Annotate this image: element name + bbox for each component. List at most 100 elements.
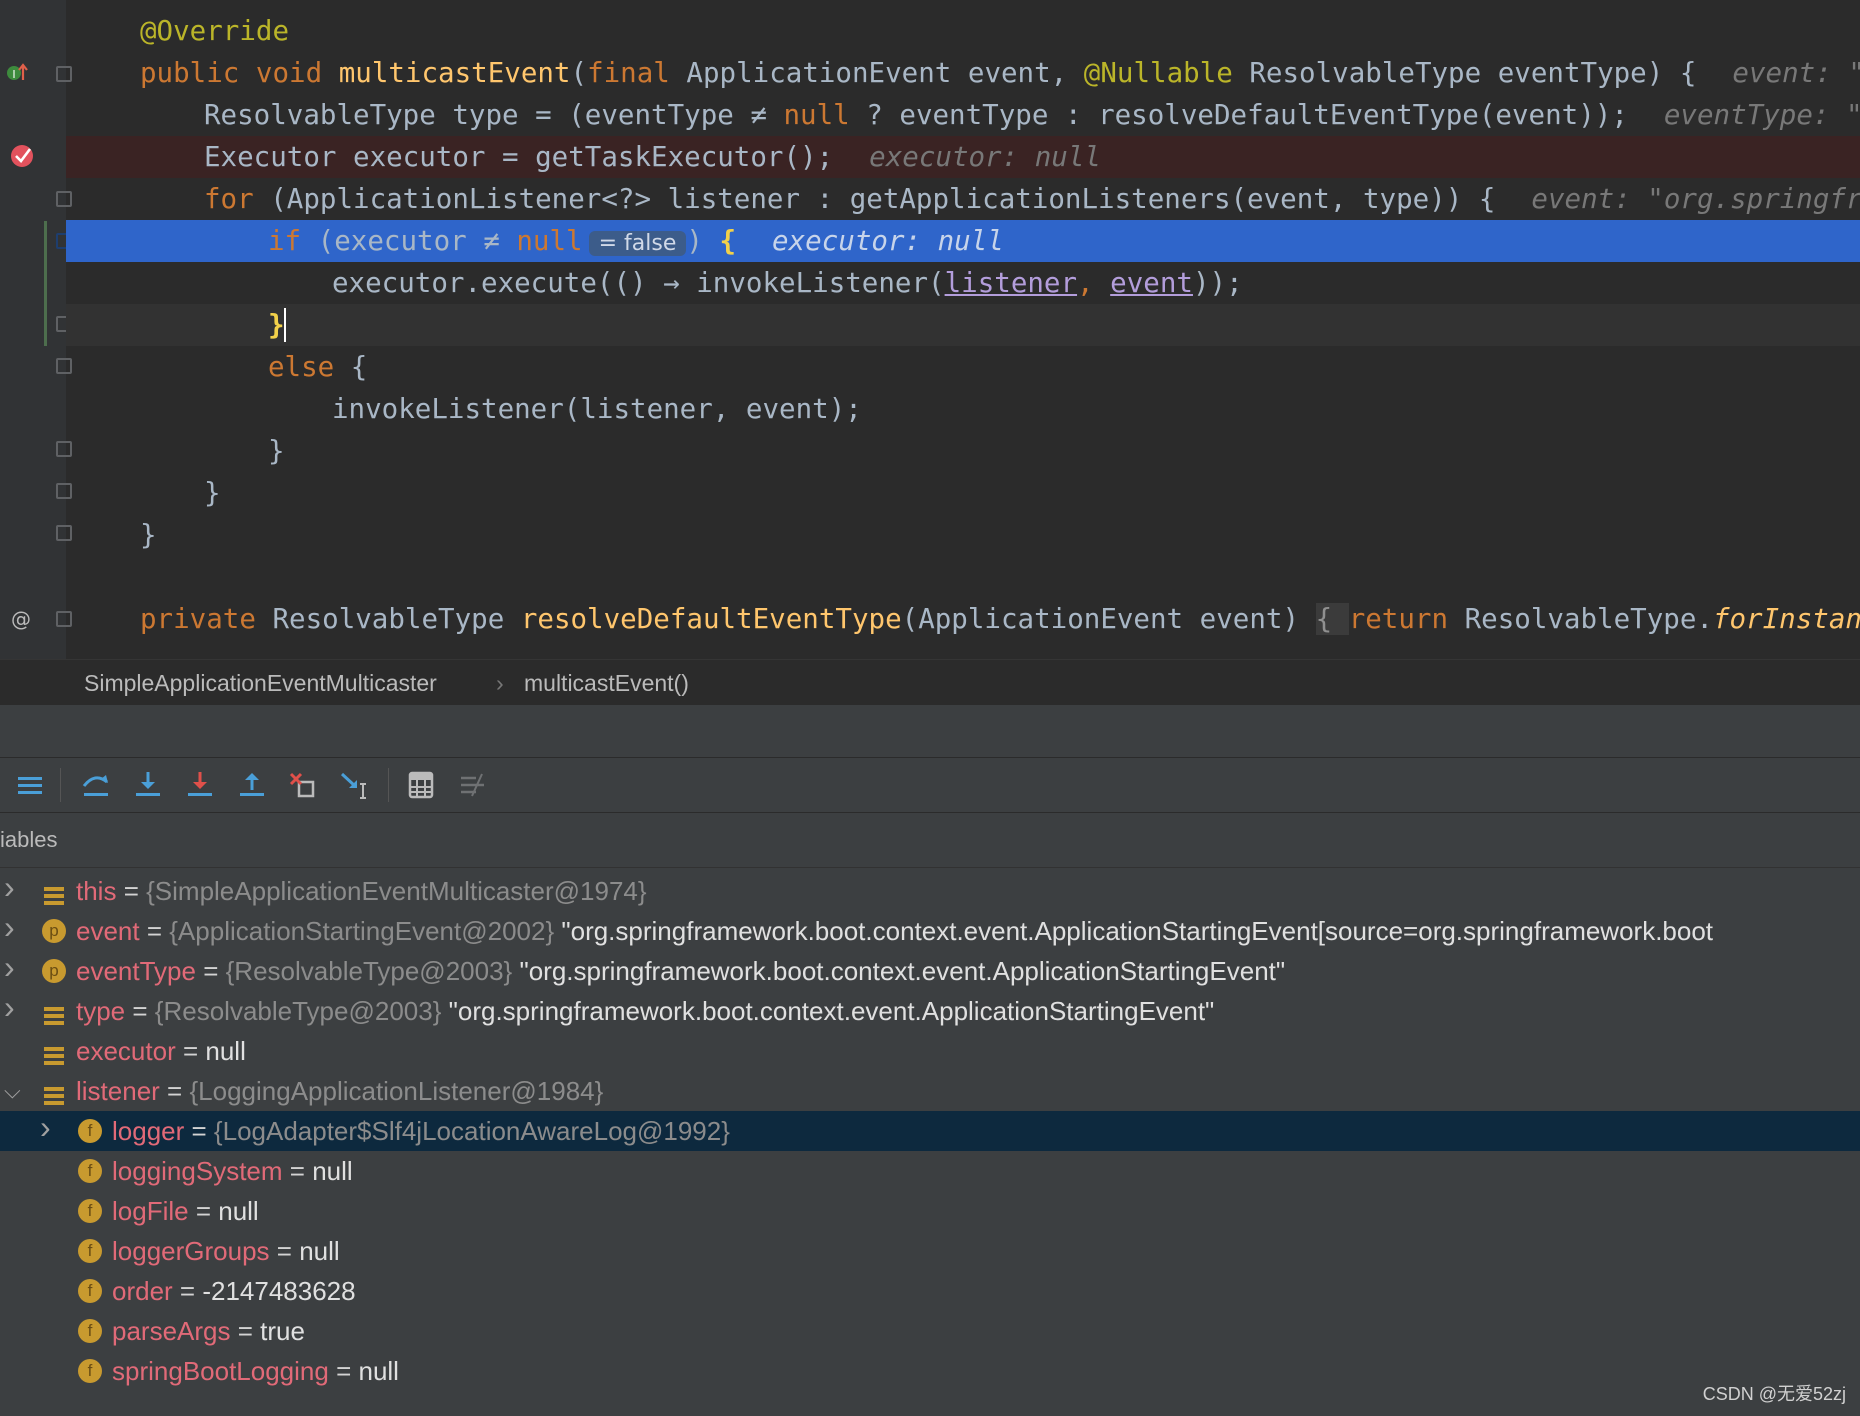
variable-row[interactable]: f order = -2147483628: [0, 1271, 1860, 1311]
chevron-right-icon[interactable]: ›: [4, 867, 15, 907]
variable-row[interactable]: f springBootLogging = null: [0, 1351, 1860, 1391]
inline-value-badge: = false: [588, 231, 687, 256]
variable-text: type = {ResolvableType@2003} "org.spring…: [76, 991, 1214, 1031]
variable-name: type: [76, 996, 126, 1026]
variable-name: order: [112, 1276, 173, 1306]
variable-row[interactable]: f parseArgs = true: [0, 1311, 1860, 1351]
variable-row[interactable]: › type = {ResolvableType@2003} "org.sprin…: [0, 989, 1860, 1031]
evaluate-expression-icon[interactable]: [404, 770, 438, 800]
variable-value: -2147483628: [202, 1276, 356, 1306]
breadcrumb-separator-icon: ›: [496, 670, 504, 696]
field-icon: f: [78, 1119, 102, 1143]
variable-text: loggerGroups = null: [112, 1231, 340, 1271]
code-editor[interactable]: I @ @Override public void multicastEvent…: [0, 0, 1860, 659]
code-line: executor.execute(() → invokeListener(lis…: [332, 267, 1243, 299]
variable-value: null: [358, 1356, 399, 1386]
variable-type: {ApplicationStartingEvent@2002}: [169, 916, 555, 946]
breadcrumb: SimpleApplicationEventMulticaster › mult…: [0, 659, 1860, 706]
variable-name: this: [76, 876, 117, 906]
variable-name: logFile: [112, 1196, 189, 1226]
equals-sign: =: [195, 956, 226, 986]
vcs-change-marker[interactable]: [44, 221, 47, 346]
variable-name: logger: [112, 1116, 185, 1146]
field-list-icon: [42, 1079, 66, 1105]
variable-row[interactable]: › this = {SimpleApplicationEventMulticast…: [0, 869, 1860, 911]
variable-type: {SimpleApplicationEventMulticaster@1974}: [146, 876, 647, 906]
variable-text: eventType = {ResolvableType@2003} "org.s…: [76, 951, 1285, 991]
implementing-method-icon[interactable]: I: [4, 60, 30, 86]
debugger-toolbar: [0, 758, 1860, 813]
code-line: private ResolvableType resolveDefaultEve…: [140, 603, 1860, 635]
variable-row[interactable]: › p event = {ApplicationStartingEvent@2002…: [0, 909, 1860, 951]
breakpoint-icon[interactable]: [9, 141, 37, 169]
variable-name: eventType: [76, 956, 196, 986]
chevron-right-icon[interactable]: ›: [40, 1107, 51, 1147]
variable-row[interactable]: f loggingSystem = null: [0, 1151, 1860, 1191]
svg-text:@: @: [11, 607, 31, 631]
code-line: }: [268, 435, 285, 467]
variable-name: executor: [76, 1036, 176, 1066]
svg-text:I: I: [12, 68, 15, 81]
chevron-right-icon[interactable]: ›: [4, 907, 15, 947]
equals-sign: =: [184, 1116, 214, 1146]
code-line: invokeListener(listener, event);: [332, 393, 862, 425]
equals-sign: =: [269, 1236, 300, 1266]
variable-text: order = -2147483628: [112, 1271, 356, 1311]
show-execution-point-icon[interactable]: [14, 770, 48, 800]
variable-name: loggingSystem: [112, 1156, 283, 1186]
variable-type: {LogAdapter$Slf4jLocationAwareLog@1992}: [213, 1116, 730, 1146]
step-over-icon[interactable]: [80, 770, 114, 800]
field-icon: f: [78, 1239, 102, 1263]
breakpoint-line: Executor executor = getTaskExecutor(); ex…: [66, 136, 1860, 178]
variable-row[interactable]: f loggerGroups = null: [0, 1231, 1860, 1271]
ide-window: I @ @Override public void multicastEvent…: [0, 0, 1860, 1416]
step-into-icon[interactable]: [131, 770, 165, 800]
field-list-icon: [42, 1039, 66, 1065]
text-caret: [284, 308, 286, 342]
recursive-call-icon[interactable]: @: [8, 606, 34, 632]
chevron-down-icon[interactable]: ⌵: [4, 1071, 21, 1111]
field-icon: f: [78, 1279, 102, 1303]
variables-header: iables: [0, 813, 1860, 868]
variable-text: executor = null: [76, 1031, 246, 1071]
variable-text: event = {ApplicationStartingEvent@2002} …: [76, 911, 1713, 951]
code-line: else {: [268, 351, 368, 383]
variable-value: "org.springframework.boot.context.event.…: [519, 956, 1286, 986]
drop-frame-icon[interactable]: [287, 770, 321, 800]
variable-value: null: [218, 1196, 259, 1226]
field-icon: f: [78, 1359, 102, 1383]
equals-sign: =: [328, 1356, 359, 1386]
variable-text: parseArgs = true: [112, 1311, 305, 1351]
equals-sign: =: [116, 876, 147, 906]
force-step-into-icon[interactable]: [183, 770, 217, 800]
field-list-icon: [42, 999, 66, 1025]
trace-stream-icon[interactable]: [456, 770, 490, 800]
toolbar-separator: [388, 768, 389, 802]
code-line: }: [204, 477, 221, 509]
variable-text: springBootLogging = null: [112, 1351, 399, 1391]
variable-row[interactable]: f logFile = null: [0, 1191, 1860, 1231]
step-out-icon[interactable]: [235, 770, 269, 800]
parameter-icon: p: [42, 919, 66, 943]
variable-row[interactable]: executor = null: [0, 1031, 1860, 1071]
variable-row[interactable]: › p eventType = {ResolvableType@2003} "org…: [0, 949, 1860, 991]
variable-row[interactable]: › f logger = {LogAdapter$Slf4jLocationAwar…: [0, 1109, 1860, 1151]
variable-text: logFile = null: [112, 1191, 259, 1231]
variable-text: loggingSystem = null: [112, 1151, 353, 1191]
variable-name: loggerGroups: [112, 1236, 270, 1266]
equals-sign: =: [125, 996, 155, 1026]
code-line: public void multicastEvent(final Applica…: [140, 57, 1860, 89]
breadcrumb-method[interactable]: multicastEvent(): [524, 670, 689, 697]
variable-row[interactable]: ⌵ listener = {LoggingApplicationListener@…: [0, 1071, 1860, 1111]
run-to-cursor-icon[interactable]: [339, 770, 373, 800]
equals-sign: =: [172, 1276, 203, 1306]
caret-line: }: [66, 304, 1860, 346]
code-line: for (ApplicationListener<?> listener : g…: [204, 183, 1860, 215]
chevron-right-icon[interactable]: ›: [4, 947, 15, 987]
breadcrumb-class[interactable]: SimpleApplicationEventMulticaster: [84, 670, 437, 697]
field-icon: f: [78, 1199, 102, 1223]
chevron-right-icon[interactable]: ›: [4, 987, 15, 1027]
variable-name: listener: [76, 1076, 160, 1106]
variable-value: true: [260, 1316, 305, 1346]
variable-value: null: [312, 1156, 353, 1186]
